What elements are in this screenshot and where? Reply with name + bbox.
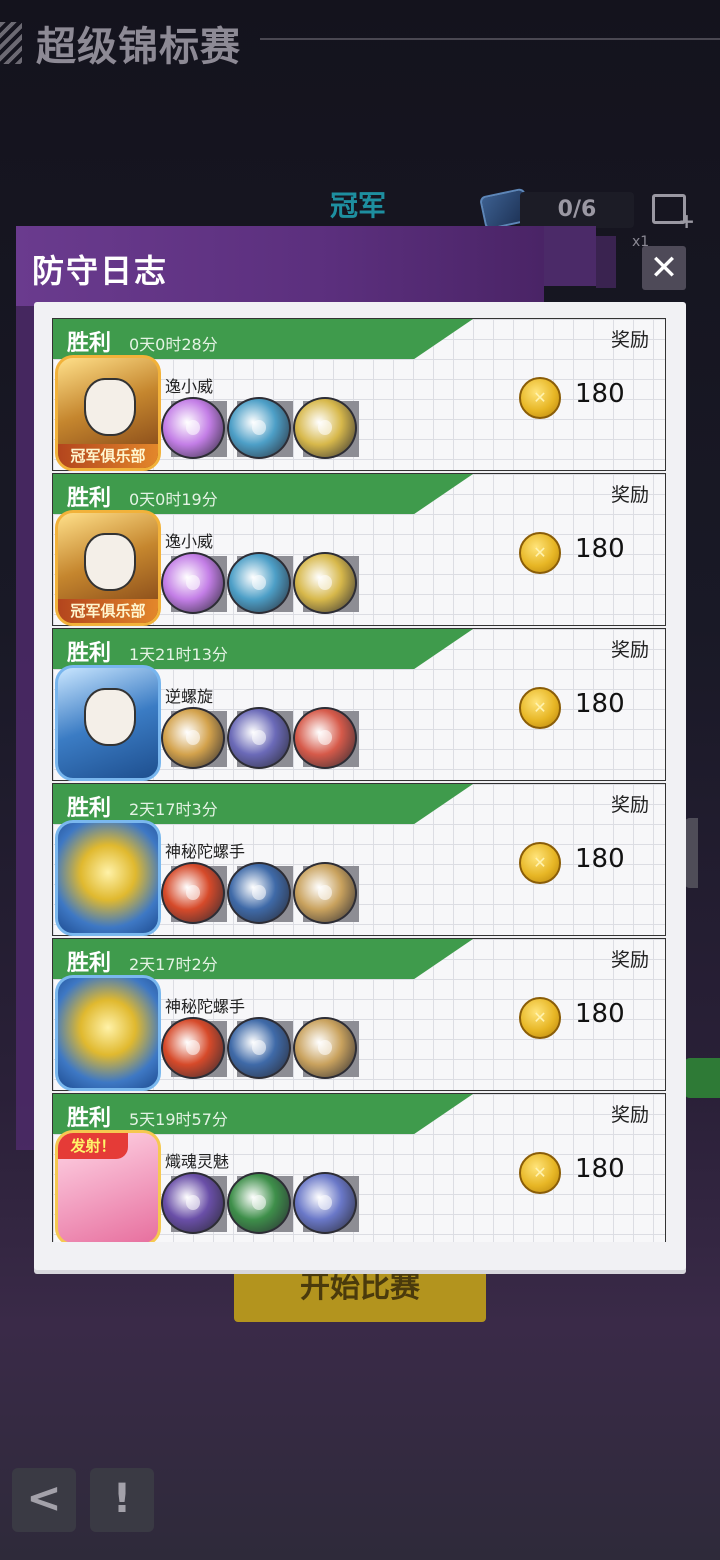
beyblade-icon[interactable] — [161, 1172, 225, 1234]
avatar-face — [84, 533, 136, 591]
beyblade-icon[interactable] — [293, 1017, 357, 1079]
reward-label: 奖励 — [610, 949, 649, 971]
coin-icon — [519, 842, 561, 884]
beyblade-icon[interactable] — [293, 397, 357, 459]
avatar-badge: 冠军俱乐部 — [58, 599, 158, 623]
beyblade-icon[interactable] — [293, 862, 357, 924]
reward-amount: 180 — [575, 999, 625, 1029]
beyblade-icon[interactable] — [227, 862, 291, 924]
player-name: 熾魂灵魅 — [165, 1152, 230, 1171]
reward-label: 奖励 — [610, 794, 649, 816]
beyblade-icon[interactable] — [227, 707, 291, 769]
avatar-face — [84, 688, 136, 746]
reward-amount: 180 — [575, 1154, 625, 1184]
result-banner — [53, 784, 473, 824]
log-entry: 胜利 0天0时28分 奖励 冠军俱乐部 逸小威 180 — [52, 318, 666, 471]
player-name: 逸小威 — [165, 377, 214, 396]
video-add-icon[interactable] — [652, 194, 695, 233]
coin-icon — [519, 377, 561, 419]
beyblade-icon[interactable] — [227, 397, 291, 459]
log-entry: 胜利 2天17时2分 奖励 神秘陀螺手 180 — [52, 938, 666, 1091]
beyblade-icon[interactable] — [161, 552, 225, 614]
reward-amount: 180 — [575, 844, 625, 874]
player-name: 逸小威 — [165, 532, 214, 551]
player-name: 神秘陀螺手 — [165, 842, 246, 861]
result-banner — [53, 319, 473, 359]
modal-title: 防守日志 — [32, 252, 169, 290]
duration-label: 0天0时28分 — [129, 335, 218, 354]
player-name: 神秘陀螺手 — [165, 997, 246, 1016]
player-avatar[interactable] — [55, 820, 161, 936]
duration-label: 1天21时13分 — [129, 645, 228, 664]
close-icon[interactable]: ✕ — [642, 246, 686, 290]
result-label: 胜利 — [67, 641, 112, 666]
beyblade-icon[interactable] — [227, 552, 291, 614]
result-label: 胜利 — [67, 331, 112, 356]
back-arrow-icon[interactable]: < — [12, 1468, 76, 1532]
result-label: 胜利 — [67, 1106, 112, 1131]
reward-amount: 180 — [575, 379, 625, 409]
avatar-badge: 发射！ — [58, 1133, 128, 1159]
player-avatar[interactable] — [55, 665, 161, 781]
page-title: 超级锦标赛 — [36, 24, 241, 70]
beyblade-icon[interactable] — [293, 1172, 357, 1234]
title-stripe-decoration — [0, 22, 22, 64]
duration-label: 5天19时57分 — [129, 1110, 228, 1129]
beyblade-icon[interactable] — [161, 707, 225, 769]
log-entry: 胜利 1天21时13分 奖励 逆螺旋 180 — [52, 628, 666, 781]
result-label: 胜利 — [67, 796, 112, 821]
beyblade-icon[interactable] — [227, 1017, 291, 1079]
coin-icon — [519, 532, 561, 574]
defense-log-list[interactable]: 胜利 0天0时28分 奖励 冠军俱乐部 逸小威 180 胜利 0天0时19分 奖… — [52, 318, 668, 1242]
avatar-badge: 冠军俱乐部 — [58, 444, 158, 468]
coin-icon — [519, 997, 561, 1039]
coin-icon — [519, 687, 561, 729]
reward-label: 奖励 — [610, 639, 649, 661]
result-banner — [53, 629, 473, 669]
duration-label: 0天0时19分 — [129, 490, 218, 509]
player-avatar[interactable]: 冠军俱乐部 — [55, 510, 161, 626]
beyblade-icon[interactable] — [293, 707, 357, 769]
ticket-counter: 0/6 — [520, 192, 634, 228]
side-green-button[interactable] — [684, 1058, 720, 1098]
player-avatar[interactable]: 冠军俱乐部 — [55, 355, 161, 471]
title-divider — [260, 38, 720, 40]
coin-icon — [519, 1152, 561, 1194]
log-entry: 胜利 5天19时57分 奖励 发射！ 熾魂灵魅 180 — [52, 1093, 666, 1242]
tier-label: 冠军 — [330, 189, 387, 222]
avatar-face — [84, 378, 136, 436]
result-label: 胜利 — [67, 486, 112, 511]
player-avatar[interactable] — [55, 975, 161, 1091]
reward-amount: 180 — [575, 534, 625, 564]
beyblade-icon[interactable] — [161, 1017, 225, 1079]
duration-label: 2天17时3分 — [129, 800, 218, 819]
beyblade-icon[interactable] — [293, 552, 357, 614]
result-label: 胜利 — [67, 951, 112, 976]
modal-layer-decoration — [544, 226, 596, 286]
beyblade-icon[interactable] — [161, 862, 225, 924]
duration-label: 2天17时2分 — [129, 955, 218, 974]
reward-label: 奖励 — [610, 1104, 649, 1126]
beyblade-icon[interactable] — [227, 1172, 291, 1234]
reward-amount: 180 — [575, 689, 625, 719]
modal-layer-decoration — [596, 236, 616, 288]
player-name: 逆螺旋 — [165, 687, 214, 706]
reward-label: 奖励 — [610, 484, 649, 506]
reward-label: 奖励 — [610, 329, 649, 351]
side-tab[interactable] — [684, 818, 698, 888]
log-entry: 胜利 2天17时3分 奖励 神秘陀螺手 180 — [52, 783, 666, 936]
exclamation-icon[interactable]: ! — [90, 1468, 154, 1532]
result-banner — [53, 474, 473, 514]
log-entry: 胜利 0天0时19分 奖励 冠军俱乐部 逸小威 180 — [52, 473, 666, 626]
result-banner — [53, 1094, 473, 1134]
result-banner — [53, 939, 473, 979]
player-avatar[interactable]: 发射！ — [55, 1130, 161, 1242]
beyblade-icon[interactable] — [161, 397, 225, 459]
